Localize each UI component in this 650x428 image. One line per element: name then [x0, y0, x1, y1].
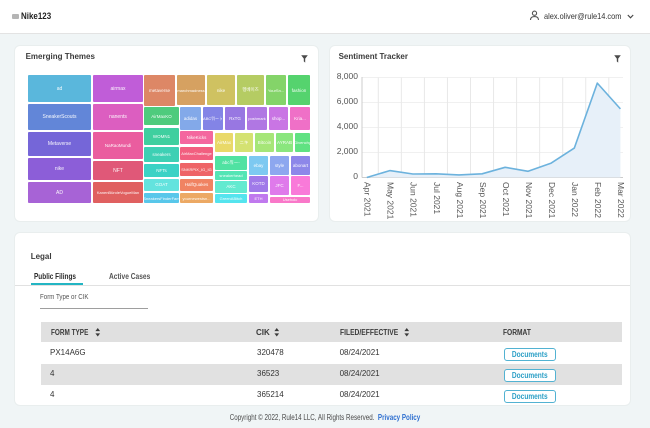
svg-text:Apr 2021: Apr 2021	[363, 182, 373, 217]
svg-text:Dec 2021: Dec 2021	[547, 182, 557, 219]
svg-text:Jun 2021: Jun 2021	[409, 182, 419, 217]
svg-text:Feb 2022: Feb 2022	[593, 182, 603, 218]
svg-text:May 2021: May 2021	[386, 182, 396, 220]
svg-text:Jul 2021: Jul 2021	[432, 182, 442, 214]
svg-text:2,000: 2,000	[337, 146, 359, 156]
svg-text:4,000: 4,000	[337, 121, 359, 131]
svg-text:6,000: 6,000	[337, 96, 359, 106]
svg-text:8,000: 8,000	[337, 71, 359, 81]
svg-text:Oct 2021: Oct 2021	[501, 182, 511, 217]
svg-text:Sep 2021: Sep 2021	[478, 182, 488, 219]
svg-text:Nov 2021: Nov 2021	[524, 182, 534, 219]
svg-text:Aug 2021: Aug 2021	[455, 182, 465, 219]
svg-text:0: 0	[353, 171, 358, 181]
svg-text:Jan 2022: Jan 2022	[570, 182, 580, 217]
svg-text:Mar 2022: Mar 2022	[616, 182, 626, 218]
